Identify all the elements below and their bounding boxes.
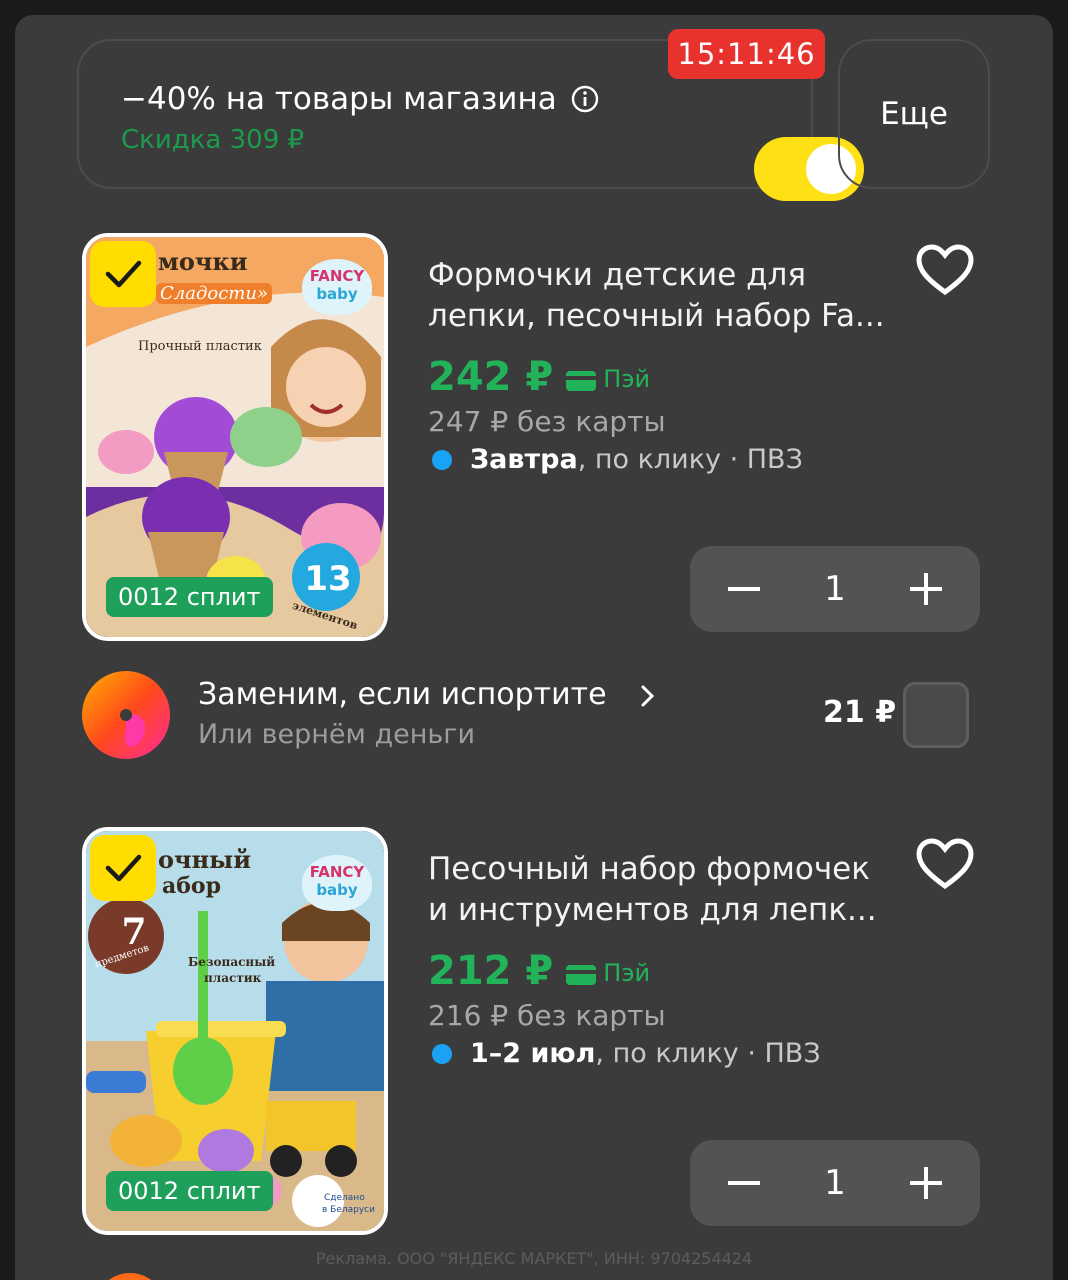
delivery-info: Завтра , по клику · ПВЗ xyxy=(428,444,803,475)
price-without-card: 216 ₽ без карты xyxy=(428,999,666,1032)
product-title-line1: Формочки детские для xyxy=(428,257,807,293)
product-title-line2: и инструментов для лепк... xyxy=(428,892,877,928)
image-heading: очный xyxy=(158,845,251,874)
chevron-right-icon[interactable] xyxy=(639,683,657,709)
minus-icon[interactable] xyxy=(724,1163,764,1203)
countdown-timer: 15:11:46 xyxy=(668,29,825,79)
insurance-subtitle: Или вернём деньги xyxy=(198,719,476,750)
image-subheading: Сладости» xyxy=(156,283,272,304)
price-without-card: 247 ₽ без карты xyxy=(428,405,666,438)
plus-icon[interactable] xyxy=(906,1163,946,1203)
split-badge: 0012 сплит xyxy=(106,1171,273,1211)
image-heading: мочки xyxy=(158,247,248,276)
insurance-price: 21 ₽ xyxy=(823,695,897,730)
checkmark-icon xyxy=(105,260,142,288)
image-count: 13 xyxy=(304,559,352,599)
ad-disclaimer: Реклама. ООО "ЯНДЕКС МАРКЕТ", ИНН: 97042… xyxy=(315,1249,753,1268)
image-note-line2: пластик xyxy=(204,971,262,985)
select-checkbox-checked[interactable] xyxy=(90,835,156,901)
pay-label: Пэй xyxy=(603,959,651,987)
delivery-method: , по клику · ПВЗ xyxy=(595,1038,821,1069)
fancy-baby-logo: FANCY baby xyxy=(302,259,372,315)
delivery-date: 1–2 июл xyxy=(470,1038,596,1069)
delivery-method: , по клику · ПВЗ xyxy=(577,444,803,475)
checkmark-icon xyxy=(105,854,142,882)
delivery-dot-icon xyxy=(432,449,452,470)
image-note-line1: Безопасный xyxy=(188,955,276,969)
brand-line2: baby xyxy=(316,881,358,899)
quantity-stepper: 1 xyxy=(690,546,980,632)
card-pay-icon xyxy=(566,965,597,985)
delivery-info: 1–2 июл , по клику · ПВЗ xyxy=(428,1038,821,1069)
delivery-date: Завтра xyxy=(470,444,578,475)
select-checkbox-checked[interactable] xyxy=(90,241,156,307)
product-title[interactable]: Формочки детские для лепки, песочный наб… xyxy=(428,255,908,337)
brand-line2: baby xyxy=(316,285,358,303)
quantity-value: 1 xyxy=(824,1163,846,1203)
product-title[interactable]: Песочный набор формочек и инструментов д… xyxy=(428,849,908,931)
product-title-line1: Песочный набор формочек xyxy=(428,851,870,887)
made-in-line1: Сделано xyxy=(324,1193,365,1203)
brand-line1: FANCY xyxy=(309,267,365,285)
delivery-dot-icon xyxy=(432,1043,452,1064)
price-row: 242 ₽ Пэй xyxy=(428,355,650,399)
insurance-checkbox[interactable] xyxy=(903,682,969,748)
card-price: 242 ₽ xyxy=(428,354,554,400)
product-image[interactable]: очный абор 7 предметов Безопасный пласти… xyxy=(82,827,388,1235)
card-price: 212 ₽ xyxy=(428,948,554,994)
brand-line1: FANCY xyxy=(309,863,365,881)
product-title-line2: лепки, песочный набор Fa... xyxy=(428,298,885,334)
split-badge: 0012 сплит xyxy=(106,577,273,617)
card-pay-icon xyxy=(566,371,597,391)
image-note: Прочный пластик xyxy=(138,339,262,354)
minus-icon[interactable] xyxy=(724,569,764,609)
more-button[interactable]: Еще xyxy=(838,39,990,189)
made-in-line2: в Беларуси xyxy=(322,1205,375,1215)
info-icon[interactable] xyxy=(571,85,599,113)
insurance-logo-icon xyxy=(82,671,170,759)
product-image[interactable]: мочки Сладости» Прочный пластик FANCY ba… xyxy=(82,233,388,641)
pay-label: Пэй xyxy=(603,365,651,393)
fancy-baby-logo: FANCY baby xyxy=(302,855,372,911)
price-row: 212 ₽ Пэй xyxy=(428,949,650,993)
favorite-heart-icon[interactable] xyxy=(915,243,975,297)
cart-screen: −40% на товары магазина Скидка 309 ₽ 15:… xyxy=(15,15,1053,1280)
image-subheading: абор xyxy=(162,873,221,899)
promo-discount: Скидка 309 ₽ xyxy=(121,125,305,155)
quantity-stepper: 1 xyxy=(690,1140,980,1226)
favorite-heart-icon[interactable] xyxy=(915,837,975,891)
promo-title: −40% на товары магазина xyxy=(121,81,557,117)
insurance-logo-icon-partial xyxy=(95,1273,165,1280)
insurance-title[interactable]: Заменим, если испортите xyxy=(198,677,607,712)
quantity-value: 1 xyxy=(824,569,846,609)
plus-icon[interactable] xyxy=(906,569,946,609)
